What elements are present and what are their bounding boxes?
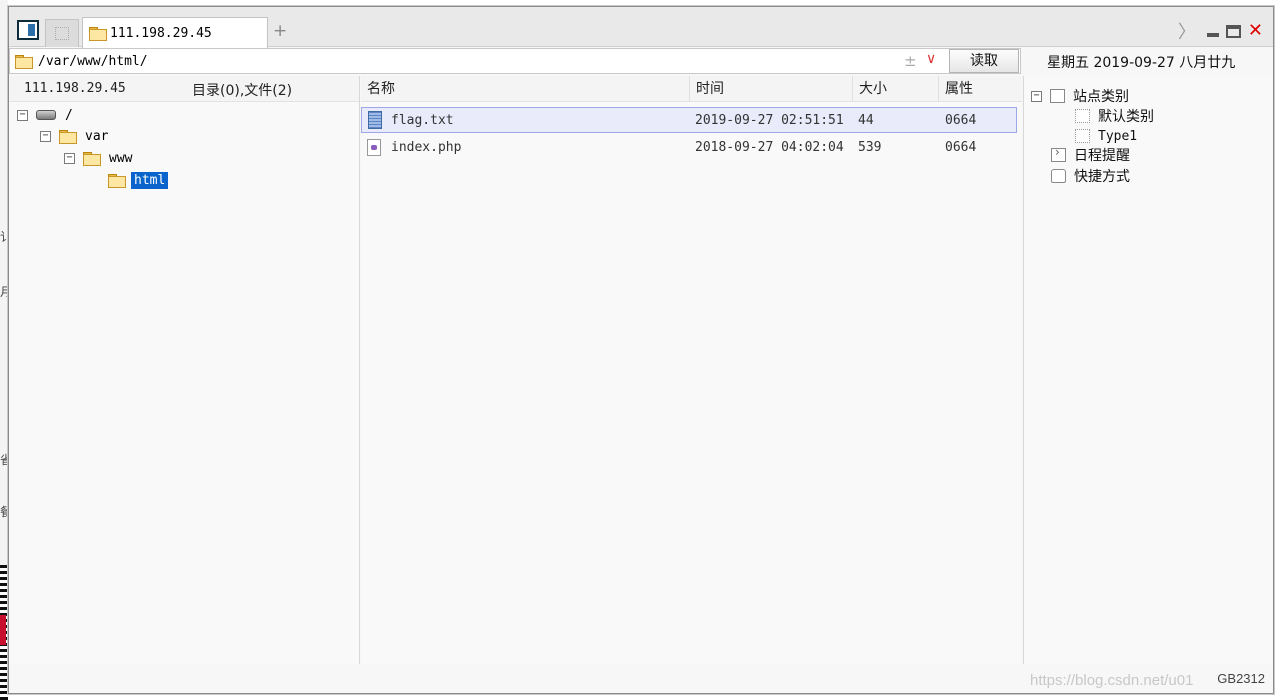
shortcuts-label: 快捷方式 [1074, 169, 1130, 185]
schedule-node[interactable]: 日程提醒 [1051, 145, 1130, 165]
collapse-icon[interactable]: − [40, 130, 51, 142]
folder-icon [89, 26, 107, 41]
type1-label: Type1 [1098, 128, 1138, 144]
maximize-button[interactable] [1225, 24, 1241, 38]
directory-tree-panel: 111.198.29.45 目录(0),文件(2) − / − var − ww… [9, 76, 360, 664]
schedule-label: 日程提醒 [1074, 148, 1130, 164]
read-button[interactable]: 读取 [949, 49, 1019, 73]
tree-node-root[interactable]: − / [17, 105, 76, 125]
collapse-icon[interactable]: − [17, 109, 28, 121]
file-name: index.php [391, 140, 462, 155]
tab-server[interactable]: 111.198.29.45 [82, 17, 268, 48]
tree-node-var[interactable]: − var [40, 126, 111, 146]
default-category-label: 默认类别 [1098, 109, 1154, 125]
file-attr: 0664 [945, 113, 977, 128]
tree-label: www [109, 150, 133, 166]
tree-header: 111.198.29.45 目录(0),文件(2) [9, 76, 359, 102]
category-item-icon [1075, 129, 1090, 143]
tree-label-selected: html [131, 171, 169, 189]
hand-icon [1051, 169, 1066, 183]
category-item-icon [1075, 109, 1090, 123]
date-display: 星期五 2019-09-27 八月廿九 [1047, 55, 1236, 71]
file-row[interactable]: flag.txt 2019-09-27 02:51:51 44 0664 [361, 107, 1017, 133]
background-red-mark [0, 615, 6, 645]
column-header-size[interactable]: 大小 [853, 76, 939, 102]
file-size: 44 [858, 113, 874, 128]
site-category-node[interactable]: − 站点类别 [1031, 86, 1129, 106]
file-list-header: 名称 时间 大小 属性 [361, 76, 1022, 102]
column-header-time[interactable]: 时间 [690, 76, 853, 102]
encoding-label[interactable]: GB2312 [1217, 671, 1265, 686]
tab-blank[interactable] [45, 19, 79, 47]
file-name: flag.txt [391, 113, 454, 128]
file-row[interactable]: index.php 2018-09-27 04:02:04 539 0664 [361, 135, 1017, 161]
tree-label: / [65, 107, 73, 123]
file-time: 2019-09-27 02:51:51 [695, 113, 844, 128]
column-header-name[interactable]: 名称 [361, 76, 690, 102]
sidebar-toggle-icon[interactable] [17, 20, 39, 40]
type1-node[interactable]: Type1 [1075, 126, 1137, 146]
blank-page-icon [55, 27, 69, 40]
drive-icon [36, 110, 56, 120]
watermark: https://blog.csdn.net/u01 [1030, 672, 1194, 689]
chevron-right-icon[interactable]: 〉 [1178, 18, 1196, 44]
minimize-button[interactable] [1206, 33, 1219, 37]
chevron-down-icon[interactable]: ∨ [926, 51, 936, 67]
shortcuts-node[interactable]: 快捷方式 [1051, 166, 1130, 186]
tree-label: var [85, 128, 109, 144]
default-category-node[interactable]: 默认类别 [1075, 106, 1154, 126]
file-time: 2018-09-27 04:02:04 [695, 140, 844, 155]
window-controls: 〉 ✕ [1178, 18, 1263, 44]
path-input[interactable] [38, 51, 898, 71]
close-button[interactable]: ✕ [1248, 22, 1263, 40]
host-label: 111.198.29.45 [24, 81, 126, 96]
collapse-icon[interactable]: − [64, 152, 75, 164]
category-icon [1050, 89, 1065, 103]
column-header-attr[interactable]: 属性 [939, 76, 1017, 102]
file-manager-window: 111.198.29.45 + 〉 ✕ ± ∨ 读取 星期五 2019-09-2… [8, 6, 1274, 694]
address-bar: ± ∨ [9, 48, 1021, 74]
file-size: 539 [858, 140, 882, 155]
item-counts: 目录(0),文件(2) [192, 83, 293, 99]
add-tab-button[interactable]: + [273, 22, 287, 40]
title-bar: 111.198.29.45 + 〉 ✕ [9, 7, 1273, 48]
folder-icon [83, 151, 101, 166]
folder-icon [59, 129, 77, 144]
tree-node-html[interactable]: html [108, 170, 169, 190]
site-category-label: 站点类别 [1073, 89, 1129, 105]
php-file-icon [367, 139, 381, 156]
schedule-icon [1051, 145, 1066, 162]
file-list-panel: 名称 时间 大小 属性 flag.txt 2019-09-27 02:51:51… [361, 76, 1022, 664]
collapse-icon[interactable]: − [1031, 90, 1042, 102]
tab-label: 111.198.29.45 [110, 25, 212, 41]
folder-open-icon [108, 173, 126, 188]
tree-node-www[interactable]: − www [64, 148, 135, 168]
plus-minus-icon[interactable]: ± [904, 52, 917, 70]
folder-icon [15, 55, 33, 69]
file-attr: 0664 [945, 140, 977, 155]
site-panel: − 站点类别 默认类别 Type1 日程提醒 快捷方式 [1023, 76, 1273, 664]
text-file-icon [368, 111, 382, 129]
